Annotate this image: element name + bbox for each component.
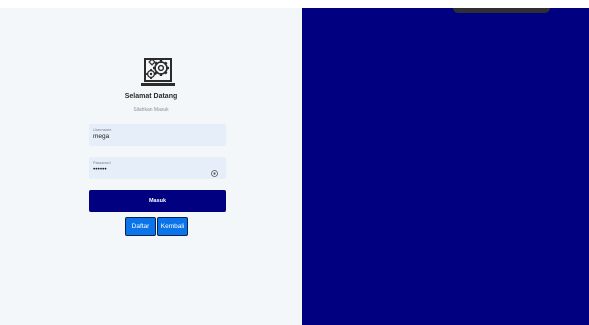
username-field[interactable]: Username mega bbox=[89, 124, 226, 146]
side-banner bbox=[302, 8, 589, 325]
welcome-title: Selamat Datang bbox=[124, 93, 178, 100]
back-button[interactable]: Kembali bbox=[157, 217, 188, 236]
top-tab bbox=[453, 8, 550, 13]
register-button[interactable]: Daftar bbox=[125, 217, 156, 236]
username-value: mega bbox=[93, 133, 110, 140]
eye-icon[interactable] bbox=[211, 164, 218, 177]
login-button[interactable]: Masuk bbox=[89, 190, 226, 212]
login-subtitle: Silahkan Masuk bbox=[133, 107, 169, 113]
top-border bbox=[0, 0, 589, 8]
password-field[interactable]: Password •••••• bbox=[89, 157, 226, 179]
laptop-gears-icon bbox=[140, 53, 176, 91]
password-value: •••••• bbox=[93, 166, 107, 173]
